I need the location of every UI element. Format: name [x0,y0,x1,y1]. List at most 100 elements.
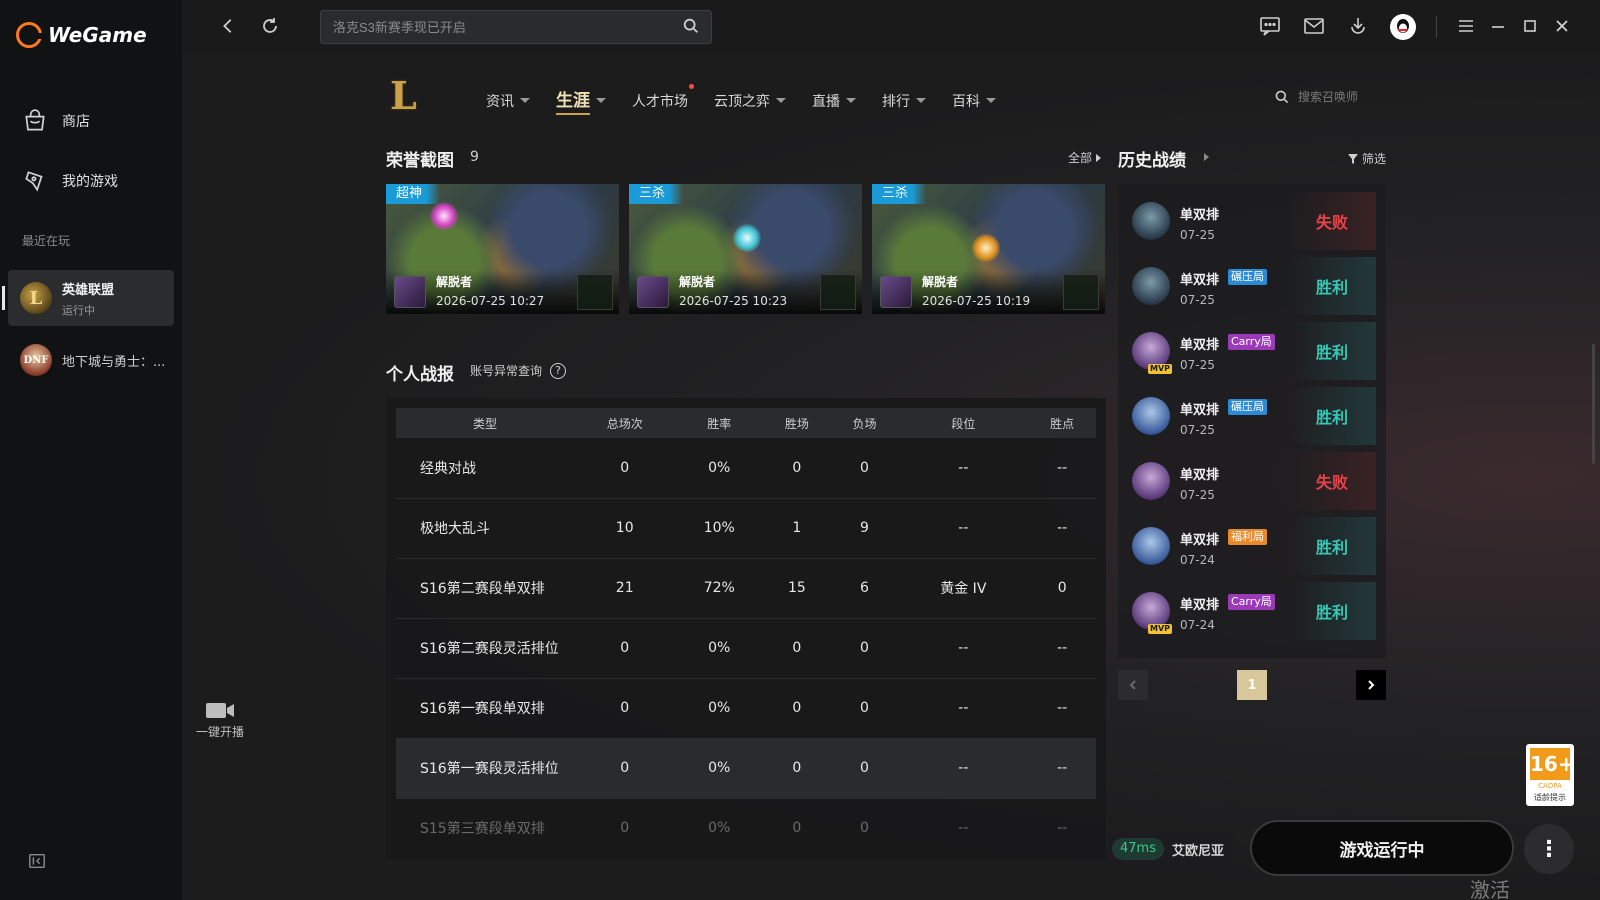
effect-glow [430,202,458,230]
table-row[interactable]: 极地大乱斗 10 10% 1 9 -- -- [396,498,1096,559]
scrollbar[interactable] [1592,344,1595,464]
menu-button[interactable] [1454,14,1478,38]
anomaly-query-link[interactable]: 账号异常查询 ? [470,362,567,379]
dnf-game-icon: DNF [20,344,52,376]
search-icon[interactable] [682,17,700,35]
next-page-button[interactable] [1356,670,1386,700]
download-button[interactable] [1346,14,1370,38]
table-cell: 0 [574,678,676,739]
age-rating-badge[interactable]: 16+ CADPA 适龄提示 [1526,744,1575,806]
column-header: 段位 [898,408,1029,438]
table-row[interactable]: S15第三赛段单双排 0 0% 0 0 -- -- [396,798,1096,858]
table-cell: 10% [675,498,764,559]
match-row[interactable]: MVP 单双排 Carry局 07-25 胜利 [1128,322,1376,380]
lol-logo[interactable]: L [390,76,426,116]
shot-player: 解脱者 [922,275,959,289]
table-row[interactable]: 经典对战 0 0% 0 0 -- -- [396,438,1096,499]
match-row[interactable]: 单双排 碾压局 07-25 胜利 [1128,257,1376,315]
sidebar-item-shop[interactable]: 商店 [22,108,90,134]
tab-label: 直播 [812,93,840,110]
ping-badge: 47ms [1112,838,1164,860]
more-options-button[interactable]: ⋮ [1524,824,1574,874]
refresh-button[interactable] [258,14,282,38]
match-row[interactable]: MVP 单双排 Carry局 07-24 胜利 [1128,582,1376,640]
summoner-search[interactable]: 搜索召唤师 [1274,88,1358,105]
match-row[interactable]: 单双排 碾压局 07-25 胜利 [1128,387,1376,445]
filter-button[interactable]: 筛选 [1348,150,1386,167]
chevron-right-icon[interactable] [1204,153,1209,161]
recent-game-lol[interactable]: L 英雄联盟 运行中 [2,270,174,326]
wegame-logo[interactable]: WeGame [16,22,147,48]
one-click-live-button[interactable]: 一键开播 [190,700,250,740]
qq-avatar-icon[interactable] [1390,14,1416,40]
table-row[interactable]: S16第一赛段灵活排位 0 0% 0 0 -- -- [396,738,1096,799]
recent-game-name: 英雄联盟 [62,282,115,298]
table-cell: 经典对战 [396,438,574,499]
shot-time: 2026-07-25 10:27 [436,294,545,308]
chat-button[interactable] [1258,14,1282,38]
honor-view-all-link[interactable]: 全部 [1068,149,1102,166]
tab-news[interactable]: 资讯 [486,86,530,115]
match-badge: 碾压局 [1228,269,1267,285]
collapse-sidebar-icon[interactable] [28,852,46,870]
table-cell: 0 [763,438,831,499]
tab-talent-market[interactable]: 人才市场 [632,84,694,115]
camera-icon [206,703,234,718]
match-badge: Carry局 [1228,334,1275,350]
table-cell: 0 [830,618,899,679]
history-panel: 单双排 07-25 失败 单双排 碾压局 07-25 胜利 MVP 单双排 Carry局 07-25… [1118,184,1386,658]
table-cell: -- [1028,498,1096,559]
match-row[interactable]: 单双排 07-25 失败 [1128,192,1376,250]
mail-button[interactable] [1302,14,1326,38]
game-running-button[interactable]: 游戏运行中 [1250,820,1514,876]
table-cell: -- [1028,738,1096,799]
table-cell: S15第三赛段单双排 [396,798,574,858]
minimize-button[interactable] [1486,14,1510,38]
prev-page-button[interactable] [1118,670,1148,700]
tab-wiki[interactable]: 百科 [952,86,996,115]
shop-bag-icon [25,109,45,131]
topbar-divider [1436,16,1437,38]
gamepad-icon [25,171,43,192]
topbar [182,0,1600,54]
notification-dot [689,84,694,89]
sidebar-item-my-games[interactable]: 我的游戏 [22,168,118,194]
column-header: 总场次 [574,408,676,438]
table-cell: 0 [763,798,831,858]
minimap-thumb [820,274,856,310]
match-badge: 碾压局 [1228,399,1267,415]
honor-count: 9 [470,149,479,165]
tab-live[interactable]: 直播 [812,86,856,115]
table-cell: -- [898,618,1029,679]
table-cell: 21 [574,558,676,619]
back-button[interactable] [216,14,240,38]
honor-shot[interactable]: 超神 解脱者 2026-07-25 10:27 [386,184,619,314]
table-row[interactable]: S16第一赛段单双排 0 0% 0 0 -- -- [396,678,1096,739]
table-row[interactable]: S16第二赛段单双排 21 72% 15 6 黄金 IV 0 [396,558,1096,619]
chevron-left-icon [1129,680,1136,690]
tab-ranking[interactable]: 排行 [882,86,926,115]
match-row[interactable]: 单双排 福利局 07-24 胜利 [1128,517,1376,575]
search-input[interactable] [320,10,712,44]
match-result: 胜利 [1288,387,1376,445]
honor-shot[interactable]: 三杀 解脱者 2026-07-25 10:19 [872,184,1105,314]
match-row[interactable]: 单双排 07-25 失败 [1128,452,1376,510]
player-avatar [880,276,912,308]
honor-shot[interactable]: 三杀 解脱者 2026-07-25 10:23 [629,184,862,314]
maximize-button[interactable] [1518,14,1542,38]
tab-tft[interactable]: 云顶之弈 [714,86,786,115]
table-cell: 0 [574,798,676,858]
table-cell: 0 [830,678,899,739]
close-button[interactable] [1550,14,1574,38]
shot-time: 2026-07-25 10:23 [679,294,788,308]
table-row[interactable]: S16第二赛段灵活排位 0 0% 0 0 -- -- [396,618,1096,679]
tab-career[interactable]: 生涯 [556,86,606,115]
game-nav: 资讯 生涯 人才市场 云顶之弈 直播 排行 百科 [486,84,1022,115]
server-status[interactable]: 47ms 艾欧尼亚 [1108,834,1238,864]
table-cell: 0% [675,618,764,679]
page-number[interactable]: 1 [1237,670,1267,700]
history-title[interactable]: 历史战绩 [1118,146,1186,171]
recent-game-dnf[interactable]: DNF 地下城与勇士：... [8,332,174,388]
age-org: CADPA [1538,782,1562,790]
table-cell: 0 [830,738,899,799]
